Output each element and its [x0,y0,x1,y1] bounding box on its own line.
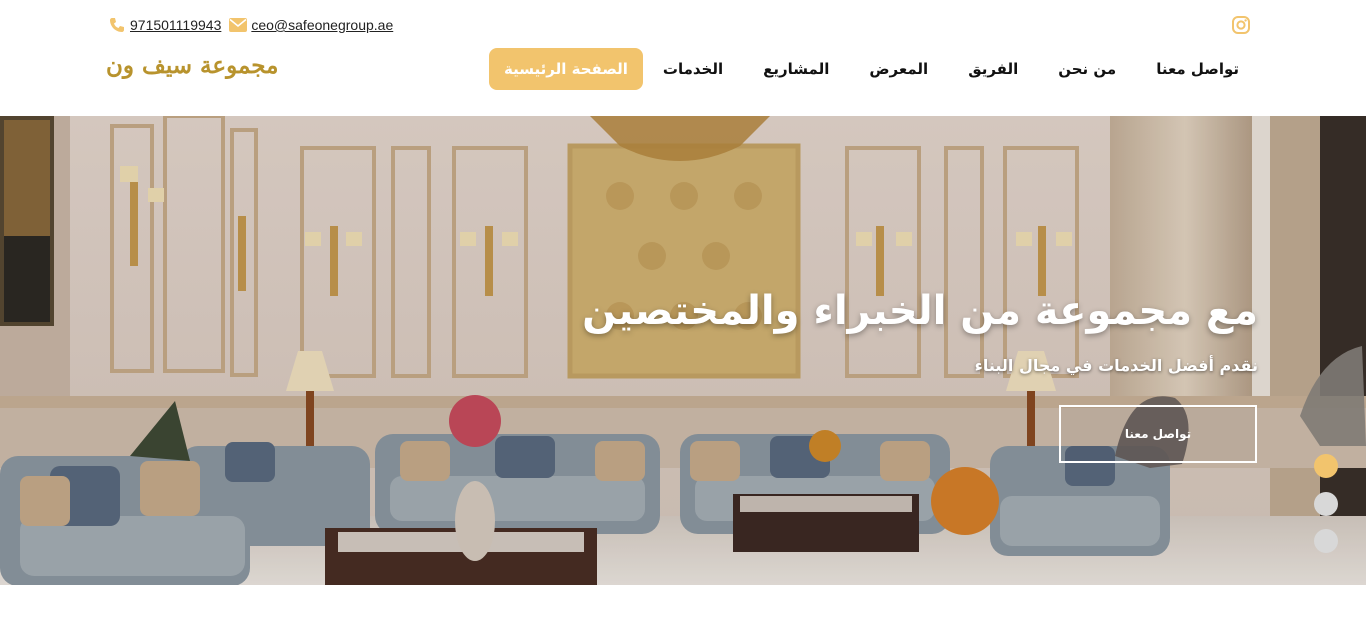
hero-background-image [0,116,1366,585]
nav-item-gallery[interactable]: المعرض [849,48,948,90]
site-header: 971501119943 ceo@safeonegroup.ae مجموعة … [0,0,1366,116]
main-nav: الصفحة الرئيسية الخدمات المشاريع المعرض … [481,48,1259,90]
envelope-icon [229,16,248,34]
hero-title: مع مجموعة من الخبراء والمختصين [582,288,1258,334]
contact-us-button[interactable]: تواصل معنا [1059,405,1257,463]
phone-link[interactable]: 971501119943 [130,17,221,33]
site-logo[interactable]: مجموعة سيف ون [106,46,279,92]
nav-item-services[interactable]: الخدمات [643,48,743,90]
contact-info: 971501119943 ceo@safeonegroup.ae [108,14,393,36]
email-link[interactable]: ceo@safeonegroup.ae [251,17,393,33]
hero-subtitle: نقدم أفضل الخدمات في مجال البناء [974,356,1258,375]
hero-slider: مع مجموعة من الخبراء والمختصين نقدم أفضل… [0,116,1366,585]
logo-text: مجموعة سيف ون [106,52,279,79]
nav-item-home[interactable]: الصفحة الرئيسية [489,48,643,90]
nav-item-projects[interactable]: المشاريع [743,48,849,90]
nav-item-about[interactable]: من نحن [1038,48,1136,90]
slider-dot-2[interactable] [1314,492,1338,516]
phone-icon [108,16,126,34]
slider-dot-1[interactable] [1314,454,1338,478]
nav-item-team[interactable]: الفريق [948,48,1038,90]
slider-dot-3[interactable] [1314,529,1338,553]
instagram-icon[interactable] [1231,15,1251,35]
nav-item-contact[interactable]: تواصل معنا [1136,48,1259,90]
